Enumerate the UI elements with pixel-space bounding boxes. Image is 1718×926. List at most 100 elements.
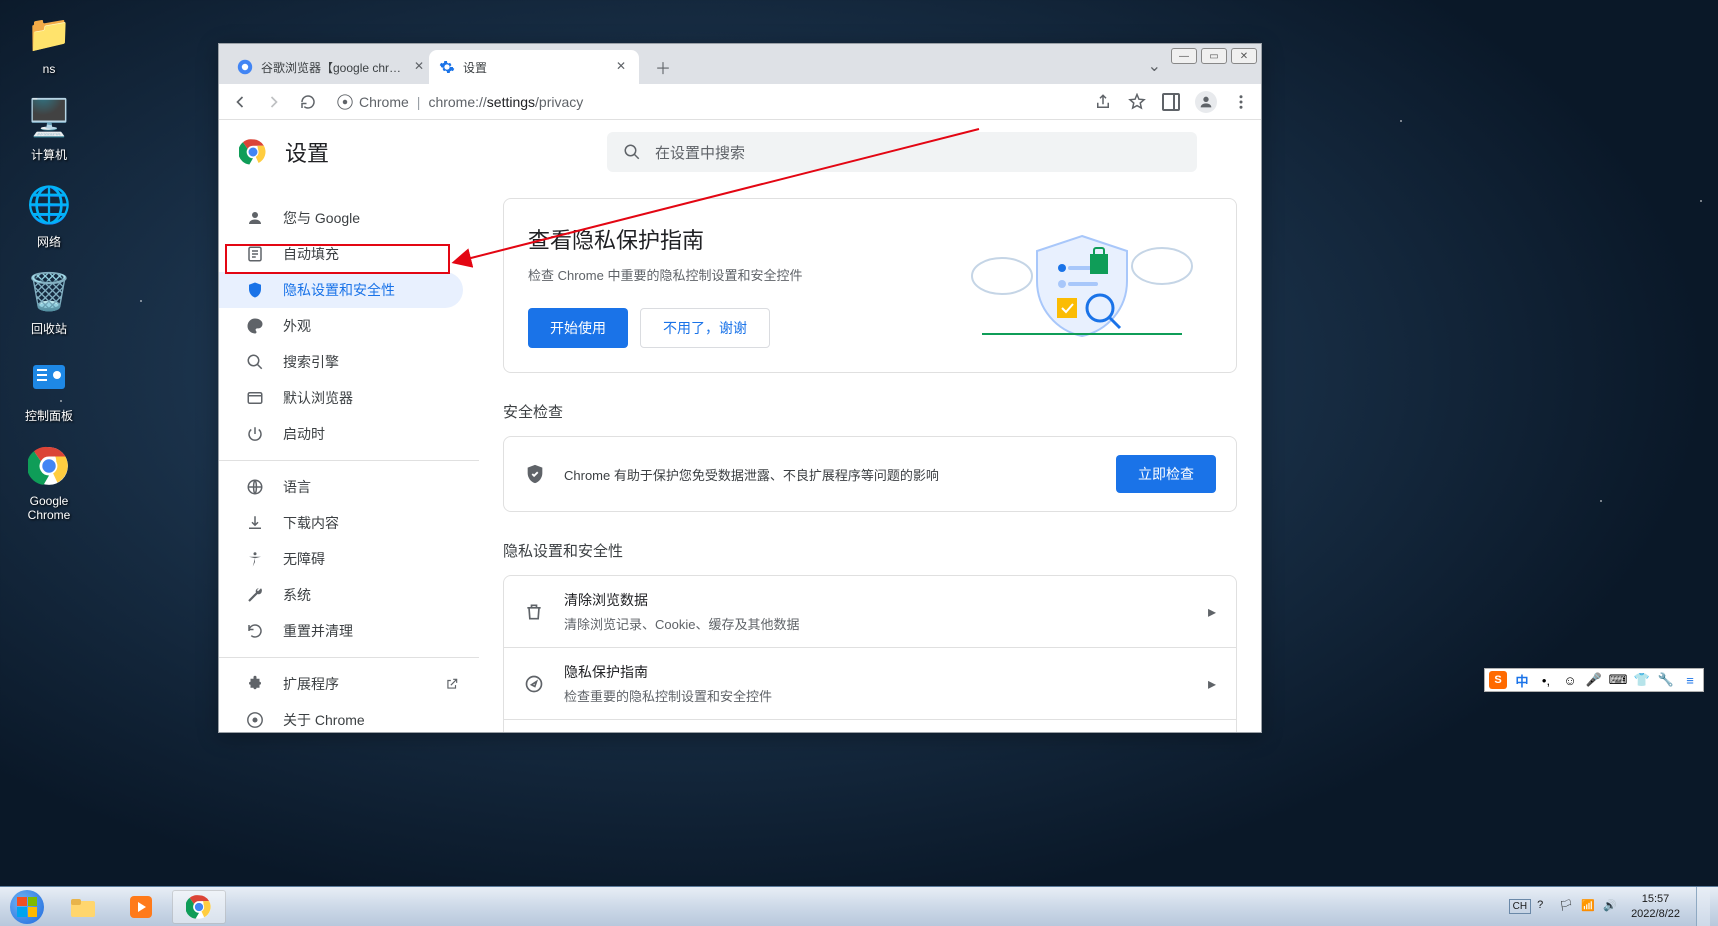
sidebar-label: 启动时 — [283, 424, 325, 444]
accessibility-icon — [245, 549, 265, 569]
tray-help-icon[interactable]: ? — [1537, 899, 1553, 915]
sidebar-item-search-engine[interactable]: 搜索引擎 — [219, 344, 479, 380]
row-privacy-guide[interactable]: 隐私保护指南检查重要的隐私控制设置和安全控件 ▸ — [504, 647, 1236, 719]
row-title: 隐私保护指南 — [564, 662, 1188, 682]
taskbar: CH ? 🏳 📶 🔊 15:572022/8/22 — [0, 886, 1718, 926]
safety-check-button[interactable]: 立即检查 — [1116, 455, 1216, 493]
desktop-icon-controlpanel[interactable]: 控制面板 — [10, 355, 88, 424]
tray-lang[interactable]: CH — [1509, 899, 1531, 914]
globe-icon — [245, 477, 265, 497]
sidebar-item-accessibility[interactable]: 无障碍 — [219, 541, 479, 577]
tray-volume-icon[interactable]: 🔊 — [1603, 899, 1619, 915]
chrome-icon — [25, 442, 73, 490]
power-icon — [245, 424, 265, 444]
settings-search[interactable]: 在设置中搜索 — [607, 132, 1197, 172]
row-desc: 清除浏览记录、Cookie、缓存及其他数据 — [564, 614, 1188, 633]
tab-close-button[interactable]: ✕ — [411, 59, 427, 75]
sidebar-label: 关于 Chrome — [283, 710, 365, 730]
window-icon — [245, 388, 265, 408]
start-button[interactable] — [0, 887, 54, 926]
guide-title: 查看隐私保护指南 — [528, 223, 932, 255]
sidebar-item-you-and-google[interactable]: 您与 Google — [219, 200, 479, 236]
sidebar-item-system[interactable]: 系统 — [219, 577, 479, 613]
tab-title: 谷歌浏览器【google chrome】 — [261, 59, 403, 76]
sidebar-label: 搜索引擎 — [283, 352, 339, 372]
tray-network-icon[interactable]: 📶 — [1581, 899, 1597, 915]
taskbar-mediaplayer[interactable] — [114, 890, 168, 924]
guide-start-button[interactable]: 开始使用 — [528, 308, 628, 348]
shield-icon — [524, 463, 546, 485]
desktop-icon-recyclebin[interactable]: 🗑️回收站 — [10, 268, 88, 337]
close-window-button[interactable]: ✕ — [1231, 48, 1257, 64]
sidebar-item-appearance[interactable]: 外观 — [219, 308, 479, 344]
sidebar-label: 扩展程序 — [283, 674, 339, 694]
ime-voice-icon[interactable]: 🎤 — [1585, 671, 1603, 689]
desktop-icon-computer[interactable]: 🖥️计算机 — [10, 94, 88, 163]
search-icon — [245, 352, 265, 372]
row-cookies[interactable]: Cookie 及其他网站数据已阻止无痕模式下的第三方 Cookie ▸ — [504, 719, 1236, 733]
ime-tool-icon[interactable]: 🔧 — [1657, 671, 1675, 689]
show-desktop-button[interactable] — [1696, 887, 1710, 926]
forward-button[interactable] — [263, 91, 285, 113]
sidebar-item-extensions[interactable]: 扩展程序 — [219, 666, 479, 702]
kebab-menu-icon[interactable] — [1231, 92, 1251, 112]
controlpanel-icon — [25, 355, 73, 403]
sidebar-label: 语言 — [283, 477, 311, 497]
ime-skin-icon[interactable]: 👕 — [1633, 671, 1651, 689]
row-title: 清除浏览数据 — [564, 590, 1188, 610]
sidebar-item-reset[interactable]: 重置并清理 — [219, 613, 479, 649]
ime-keyboard-icon[interactable]: ⌨ — [1609, 671, 1627, 689]
taskbar-chrome[interactable] — [172, 890, 226, 924]
desktop-icon-chrome[interactable]: Google Chrome — [10, 442, 88, 522]
chrome-icon — [245, 710, 265, 730]
sidebar-item-privacy[interactable]: 隐私设置和安全性 — [219, 272, 463, 308]
download-icon — [245, 513, 265, 533]
settings-main: 查看隐私保护指南 检查 Chrome 中重要的隐私控制设置和安全控件 开始使用 … — [479, 184, 1261, 733]
trash-icon — [524, 602, 544, 622]
bookmark-star-icon[interactable] — [1127, 92, 1147, 112]
tab-title: 设置 — [463, 59, 605, 76]
profile-avatar[interactable] — [1195, 91, 1217, 113]
maximize-button[interactable]: ▭ — [1201, 48, 1227, 64]
ime-punct-icon[interactable]: •, — [1537, 671, 1555, 689]
globe-icon: 🌐 — [25, 181, 73, 229]
sidebar-label: 系统 — [283, 585, 311, 605]
minimize-button[interactable]: — — [1171, 48, 1197, 64]
sidebar-item-autofill[interactable]: 自动填充 — [219, 236, 479, 272]
side-panel-icon[interactable] — [1161, 92, 1181, 112]
share-icon[interactable] — [1093, 92, 1113, 112]
omnibox[interactable]: Chrome | chrome://settings/privacy — [331, 94, 1081, 110]
ime-emoji-icon[interactable]: ☺ — [1561, 671, 1579, 689]
taskbar-explorer[interactable] — [56, 890, 110, 924]
sidebar-item-downloads[interactable]: 下载内容 — [219, 505, 479, 541]
tab-google-chrome-site[interactable]: 谷歌浏览器【google chrome】 ✕ — [227, 50, 437, 84]
ime-menu-icon[interactable]: ≡ — [1681, 671, 1699, 689]
ime-lang[interactable]: 中 — [1513, 671, 1531, 689]
reload-button[interactable] — [297, 91, 319, 113]
sogou-icon[interactable]: S — [1489, 671, 1507, 689]
shield-icon — [245, 280, 265, 300]
back-button[interactable] — [229, 91, 251, 113]
ime-toolbar[interactable]: S 中 •, ☺ 🎤 ⌨ 👕 🔧 ≡ — [1484, 668, 1704, 692]
sidebar-item-about-chrome[interactable]: 关于 Chrome — [219, 702, 479, 733]
site-info-icon[interactable]: Chrome — [337, 94, 409, 110]
tab-list-dropdown[interactable]: ⌄ — [1148, 56, 1161, 76]
desktop-icon-network[interactable]: 🌐网络 — [10, 181, 88, 250]
desktop-icon-ns[interactable]: 📁ns — [10, 10, 88, 76]
tab-strip: 谷歌浏览器【google chrome】 ✕ 设置 ✕ ＋ ⌄ — [219, 44, 1261, 84]
sidebar-item-languages[interactable]: 语言 — [219, 469, 479, 505]
sidebar-item-default-browser[interactable]: 默认浏览器 — [219, 380, 479, 416]
reset-icon — [245, 621, 265, 641]
toolbar-actions — [1093, 91, 1251, 113]
person-icon — [245, 208, 265, 228]
guide-dismiss-button[interactable]: 不用了，谢谢 — [640, 308, 770, 348]
tab-close-button[interactable]: ✕ — [613, 59, 629, 75]
row-clear-browsing-data[interactable]: 清除浏览数据清除浏览记录、Cookie、缓存及其他数据 ▸ — [504, 576, 1236, 647]
sidebar-item-on-startup[interactable]: 启动时 — [219, 416, 479, 452]
tray-clock[interactable]: 15:572022/8/22 — [1625, 892, 1686, 921]
new-tab-button[interactable]: ＋ — [649, 53, 677, 81]
sidebar-label: 隐私设置和安全性 — [283, 280, 395, 300]
tab-settings[interactable]: 设置 ✕ — [429, 50, 639, 84]
tray-action-center-icon[interactable]: 🏳 — [1559, 899, 1575, 915]
url-text: chrome://settings/privacy — [428, 94, 583, 110]
